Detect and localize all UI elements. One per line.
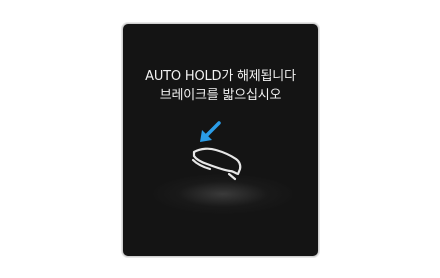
- auto-hold-release-message: AUTO HOLD가 해제됩니다: [145, 69, 296, 84]
- brake-pedal-illustration: [191, 121, 242, 181]
- cluster-display: AUTO HOLD가 해제됩니다 브레이크를 밟으십시오: [123, 24, 318, 256]
- down-left-arrow-icon: [200, 121, 221, 142]
- foot-on-brake-pedal-icon: [191, 147, 242, 181]
- press-brake-message: 브레이크를 밟으십시오: [159, 88, 282, 103]
